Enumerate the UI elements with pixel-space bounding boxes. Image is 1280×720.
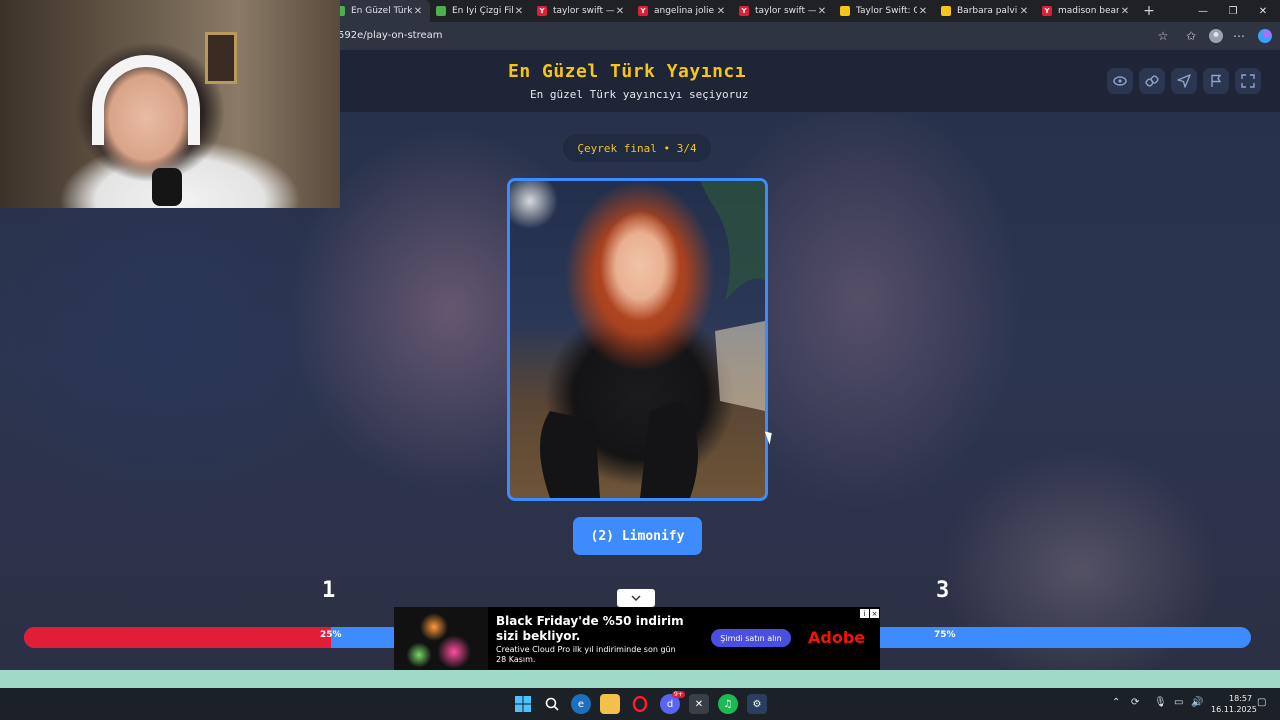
close-tab-icon[interactable]: ✕ (816, 6, 828, 17)
microphone-icon[interactable]: 🎙 (1154, 697, 1167, 708)
ad-brand-logo: Adobe (808, 628, 866, 647)
ad-artwork (394, 607, 488, 670)
sync-icon[interactable]: ⟳ (1131, 697, 1139, 708)
more-menu-icon[interactable]: ⋯ (1230, 27, 1248, 45)
browser-tab[interactable]: Ymadison bear —✕ (1036, 0, 1137, 22)
volume-icon[interactable]: 🔊 (1191, 697, 1203, 708)
favorites-icon[interactable]: ✩ (1182, 27, 1200, 45)
search-icon[interactable] (542, 694, 562, 714)
network-icon[interactable]: ▭ (1174, 697, 1183, 708)
page-subtitle: En güzel Türk yayıncıyı seçiyoruz (530, 88, 749, 101)
wall-picture-frame (205, 32, 237, 84)
browser-tab[interactable]: Ytaylor swift — Ya✕ (733, 0, 834, 22)
copilot-icon[interactable] (1256, 27, 1274, 45)
file-explorer-icon[interactable] (600, 694, 620, 714)
round-indicator: Çeyrek final • 3/4 (563, 134, 711, 162)
tab-title: Barbara palvin: G (957, 6, 1018, 16)
tab-title: En İyi Çizgi Film (452, 6, 513, 16)
discord-badge: 9+ (672, 691, 685, 698)
browser-tab[interactable]: Barbara palvin: G✕ (935, 0, 1036, 22)
ad-cta-button[interactable]: Şimdi satın alın (711, 629, 791, 647)
tab-title: angelina jolie — (654, 6, 715, 16)
profile-avatar[interactable] (1207, 27, 1225, 45)
background-strip (0, 670, 1280, 688)
clock-time[interactable]: 18:57 (1229, 694, 1252, 703)
favorite-star-icon[interactable]: ☆ (1154, 27, 1172, 45)
browser-tab[interactable]: Yangelina jolie —✕ (632, 0, 733, 22)
spotify-icon[interactable]: ♫ (718, 694, 738, 714)
link-icon[interactable] (1139, 68, 1165, 94)
tab-title: Taylor Swift: Gön (856, 6, 917, 16)
yandex-icon: Y (638, 6, 648, 16)
microphone (152, 168, 182, 206)
fullscreen-icon[interactable] (1235, 68, 1261, 94)
score-left: 1 (322, 578, 336, 603)
close-tab-icon[interactable]: ✕ (614, 6, 626, 17)
tray-overflow-icon[interactable]: ⌃ (1112, 697, 1120, 708)
opera-icon[interactable] (630, 694, 650, 714)
pct-left: 25% (320, 630, 342, 640)
candidate-photo[interactable] (507, 178, 768, 501)
collapse-ad-button[interactable] (617, 589, 655, 607)
page-title: En Güzel Türk Yayıncı (508, 61, 747, 82)
send-icon[interactable] (1171, 68, 1197, 94)
clock-date[interactable]: 16.11.2025 (1211, 705, 1257, 714)
bookmark-icon (941, 6, 951, 16)
quizei-icon (436, 6, 446, 16)
tab-title: En Güzel Türk Ya (351, 6, 412, 16)
close-window-icon[interactable]: ✕ (1248, 0, 1278, 22)
ad-body: Creative Cloud Pro ilk yıl indiriminde s… (496, 645, 676, 664)
candidate-vote-button[interactable]: (2) Limonify (573, 517, 702, 555)
eye-icon[interactable] (1107, 68, 1133, 94)
flag-icon[interactable] (1203, 68, 1229, 94)
close-tab-icon[interactable]: ✕ (715, 6, 727, 17)
steam-icon[interactable]: ⚙ (747, 694, 767, 714)
webcam-overlay (0, 0, 340, 208)
close-tab-icon[interactable]: ✕ (1119, 6, 1131, 17)
close-tab-icon[interactable]: ✕ (513, 6, 525, 17)
score-right: 3 (936, 578, 950, 603)
yandex-icon: Y (739, 6, 749, 16)
browser-tab[interactable]: En İyi Çizgi Film✕ (430, 0, 531, 22)
app-icon[interactable]: ✕ (689, 694, 709, 714)
vote-bar-left-fill (24, 627, 331, 648)
new-tab-button[interactable]: + (1137, 3, 1161, 19)
browser-tab[interactable]: Taylor Swift: Gön✕ (834, 0, 935, 22)
minimize-icon[interactable]: — (1188, 0, 1218, 22)
taskbar: e d 9+ ✕ ♫ ⚙ ⌃ ⟳ 🎙 ▭ 🔊 18:57 16.11.2025 … (0, 688, 1280, 720)
tab-title: taylor swift — Ya (553, 6, 614, 16)
close-tab-icon[interactable]: ✕ (917, 6, 929, 17)
yandex-icon: Y (537, 6, 547, 16)
ad-banner[interactable]: Black Friday'de %50 indirim sizi bekliyo… (394, 607, 880, 670)
bookmark-icon (840, 6, 850, 16)
close-tab-icon[interactable]: ✕ (412, 6, 424, 17)
restore-icon[interactable]: ❐ (1218, 0, 1248, 22)
edge-icon[interactable]: e (571, 694, 591, 714)
windows-start-icon[interactable] (513, 694, 533, 714)
notification-icon[interactable]: ▢ (1257, 697, 1266, 708)
url-field[interactable]: 592e/play-on-stream (338, 30, 443, 41)
browser-tab[interactable]: En Güzel Türk Ya✕ (329, 0, 430, 22)
ad-close-icon[interactable]: × (870, 609, 879, 618)
tab-title: madison bear — (1058, 6, 1119, 16)
ad-headline: Black Friday'de %50 indirim sizi bekliyo… (496, 614, 684, 643)
yandex-icon: Y (1042, 6, 1052, 16)
browser-tab[interactable]: Ytaylor swift — Ya✕ (531, 0, 632, 22)
tab-title: taylor swift — Ya (755, 6, 816, 16)
close-tab-icon[interactable]: ✕ (1018, 6, 1030, 17)
ad-info-icon[interactable]: i (860, 609, 869, 618)
headset (92, 55, 200, 145)
pct-right: 75% (934, 630, 956, 640)
